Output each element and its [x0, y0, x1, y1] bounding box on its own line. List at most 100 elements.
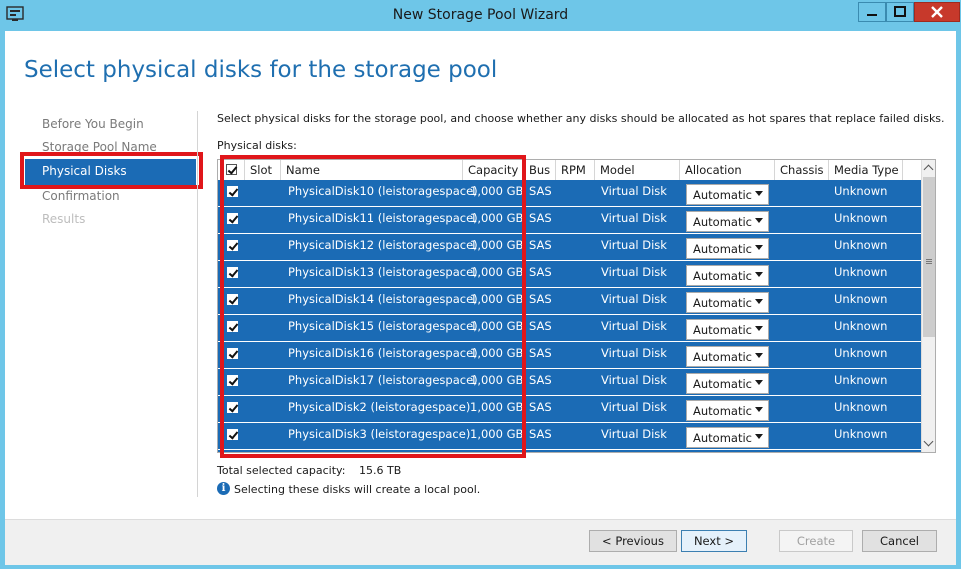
total-capacity-label: Total selected capacity:	[217, 464, 346, 477]
dropdown-arrow-icon	[755, 353, 763, 358]
dropdown-arrow-icon	[755, 407, 763, 412]
allocation-dropdown[interactable]: Automatic	[686, 265, 769, 286]
dropdown-arrow-icon	[755, 245, 763, 250]
cell-model: Virtual Disk	[601, 373, 667, 387]
dropdown-arrow-icon	[755, 218, 763, 223]
nav-item-before-you-begin[interactable]: Before You Begin	[42, 117, 144, 131]
cell-media-type: Unknown	[834, 238, 888, 252]
allocation-value: Automatic	[693, 323, 752, 337]
nav-item-confirmation[interactable]: Confirmation	[42, 189, 120, 203]
dropdown-arrow-icon	[755, 326, 763, 331]
allocation-value: Automatic	[693, 296, 752, 310]
wizard-footer: < Previous Next > Create Cancel	[5, 519, 956, 565]
cell-model: Virtual Disk	[601, 400, 667, 414]
scroll-down-button[interactable]	[922, 435, 935, 451]
total-capacity-value: 15.6 TB	[359, 464, 402, 477]
chevron-down-icon	[923, 436, 934, 447]
allocation-dropdown[interactable]: Automatic	[686, 373, 769, 394]
allocation-dropdown[interactable]: Automatic	[686, 238, 769, 259]
allocation-dropdown[interactable]: Automatic	[686, 211, 769, 232]
cell-model: Virtual Disk	[601, 319, 667, 333]
cell-model: Virtual Disk	[601, 346, 667, 360]
allocation-dropdown[interactable]: Automatic	[686, 319, 769, 340]
nav-item-results: Results	[42, 212, 86, 226]
column-header-media-type[interactable]: Media Type	[829, 160, 903, 180]
scroll-thumb[interactable]	[923, 177, 935, 337]
allocation-value: Automatic	[693, 215, 752, 229]
dropdown-arrow-icon	[755, 434, 763, 439]
column-header-chassis[interactable]: Chassis	[775, 160, 829, 180]
cell-bus: SAS	[529, 427, 552, 441]
highlight-box-columns	[220, 155, 526, 458]
cancel-button[interactable]: Cancel	[862, 530, 937, 552]
window-title: New Storage Pool Wizard	[392, 7, 569, 23]
next-button[interactable]: Next >	[681, 530, 747, 552]
cell-bus: SAS	[529, 373, 552, 387]
close-icon	[931, 6, 943, 18]
cell-media-type: Unknown	[834, 427, 888, 441]
allocation-value: Automatic	[693, 350, 752, 364]
dropdown-arrow-icon	[755, 380, 763, 385]
cell-bus: SAS	[529, 265, 552, 279]
cell-bus: SAS	[529, 184, 552, 198]
physical-disks-label: Physical disks:	[217, 139, 297, 152]
cell-media-type: Unknown	[834, 211, 888, 225]
dropdown-arrow-icon	[755, 299, 763, 304]
allocation-dropdown[interactable]: Automatic	[686, 346, 769, 367]
minimize-icon	[867, 14, 877, 16]
page-description: Select physical disks for the storage po…	[217, 112, 945, 125]
allocation-value: Automatic	[693, 377, 752, 391]
cell-media-type: Unknown	[834, 184, 888, 198]
cell-model: Virtual Disk	[601, 265, 667, 279]
minimize-button[interactable]	[858, 2, 886, 22]
cell-media-type: Unknown	[834, 346, 888, 360]
cell-media-type: Unknown	[834, 265, 888, 279]
scroll-up-button[interactable]	[922, 160, 935, 176]
cell-bus: SAS	[529, 211, 552, 225]
cell-bus: SAS	[529, 319, 552, 333]
cell-model: Virtual Disk	[601, 184, 667, 198]
column-header-bus[interactable]: Bus	[524, 160, 556, 180]
allocation-dropdown[interactable]: Automatic	[686, 400, 769, 421]
column-header-allocation[interactable]: Allocation	[680, 160, 775, 180]
cell-bus: SAS	[529, 292, 552, 306]
cell-model: Virtual Disk	[601, 211, 667, 225]
dropdown-arrow-icon	[755, 272, 763, 277]
page-title: Select physical disks for the storage po…	[24, 57, 498, 83]
cell-bus: SAS	[529, 346, 552, 360]
column-header-rpm[interactable]: RPM	[556, 160, 595, 180]
wizard-window: New Storage Pool Wizard Select physical …	[0, 0, 961, 569]
maximize-icon	[894, 6, 906, 17]
create-button: Create	[779, 530, 853, 552]
previous-button[interactable]: < Previous	[589, 530, 677, 552]
column-header-model[interactable]: Model	[595, 160, 680, 180]
cell-model: Virtual Disk	[601, 238, 667, 252]
nav-divider	[197, 111, 198, 497]
allocation-dropdown[interactable]: Automatic	[686, 427, 769, 448]
allocation-dropdown[interactable]: Automatic	[686, 184, 769, 205]
cell-bus: SAS	[529, 400, 552, 414]
grip-icon	[926, 259, 932, 260]
title-bar[interactable]: New Storage Pool Wizard	[0, 0, 961, 31]
chevron-up-icon	[923, 164, 934, 175]
dropdown-arrow-icon	[755, 191, 763, 196]
maximize-button[interactable]	[886, 2, 914, 22]
allocation-value: Automatic	[693, 431, 752, 445]
info-icon: i	[217, 482, 230, 495]
cell-media-type: Unknown	[834, 400, 888, 414]
allocation-value: Automatic	[693, 242, 752, 256]
allocation-value: Automatic	[693, 269, 752, 283]
highlight-box-nav	[20, 152, 203, 189]
cell-media-type: Unknown	[834, 292, 888, 306]
info-message: Selecting these disks will create a loca…	[234, 483, 481, 496]
cell-model: Virtual Disk	[601, 292, 667, 306]
cell-bus: SAS	[529, 238, 552, 252]
allocation-value: Automatic	[693, 188, 752, 202]
cell-media-type: Unknown	[834, 373, 888, 387]
close-button[interactable]	[914, 2, 960, 22]
vertical-scrollbar[interactable]	[921, 160, 935, 452]
cell-media-type: Unknown	[834, 319, 888, 333]
allocation-value: Automatic	[693, 404, 752, 418]
cell-model: Virtual Disk	[601, 427, 667, 441]
allocation-dropdown[interactable]: Automatic	[686, 292, 769, 313]
